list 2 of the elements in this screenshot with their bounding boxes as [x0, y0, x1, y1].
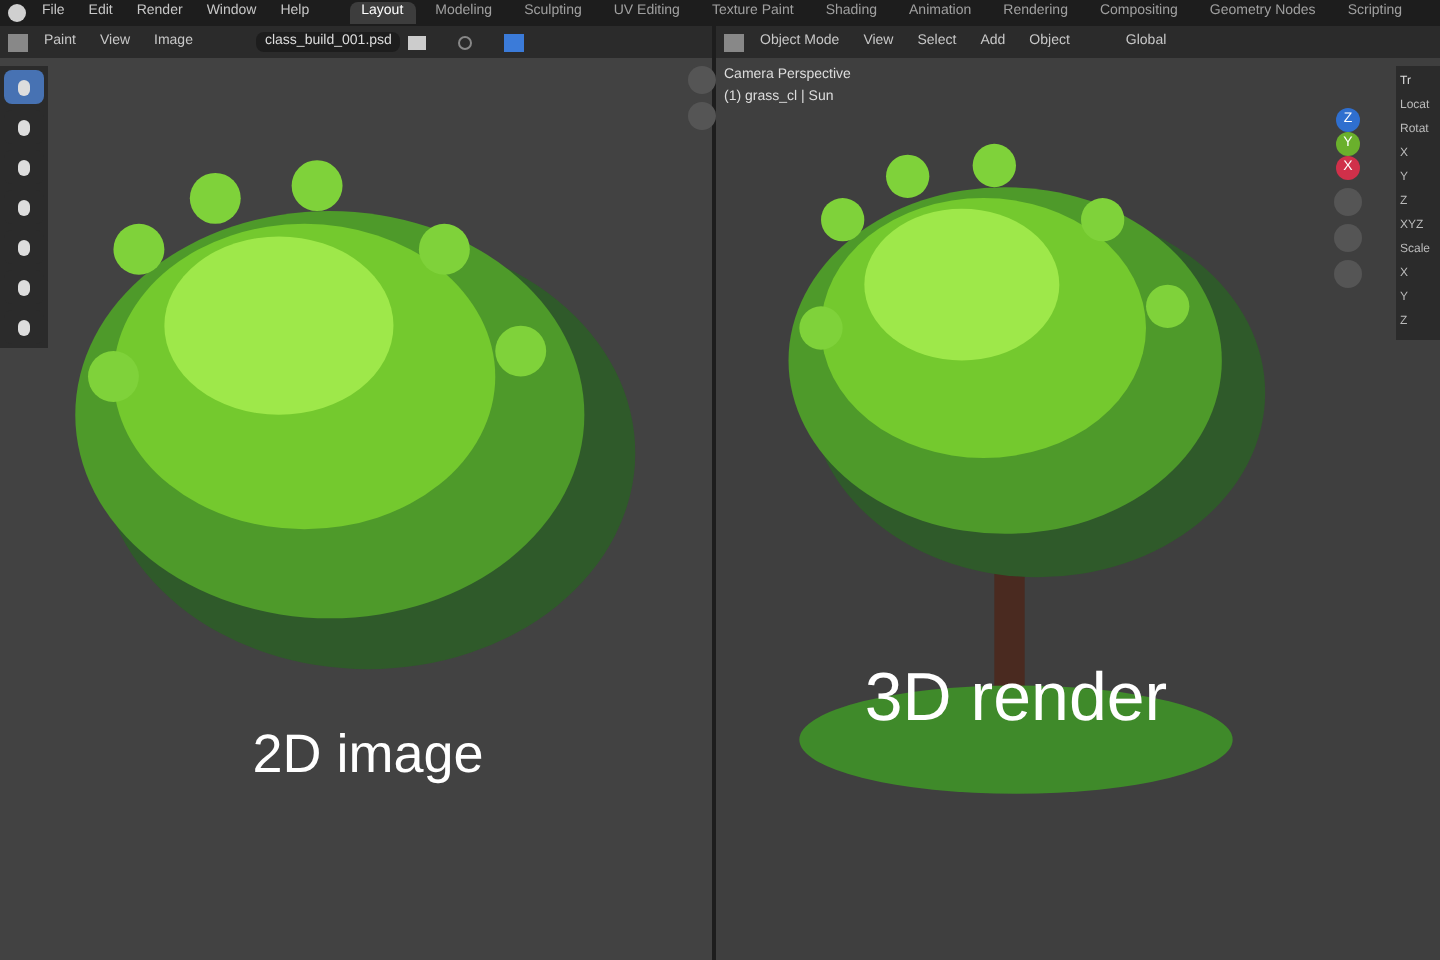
- caption: 3D render: [864, 658, 1168, 740]
- caption: 2D image: [252, 722, 484, 788]
